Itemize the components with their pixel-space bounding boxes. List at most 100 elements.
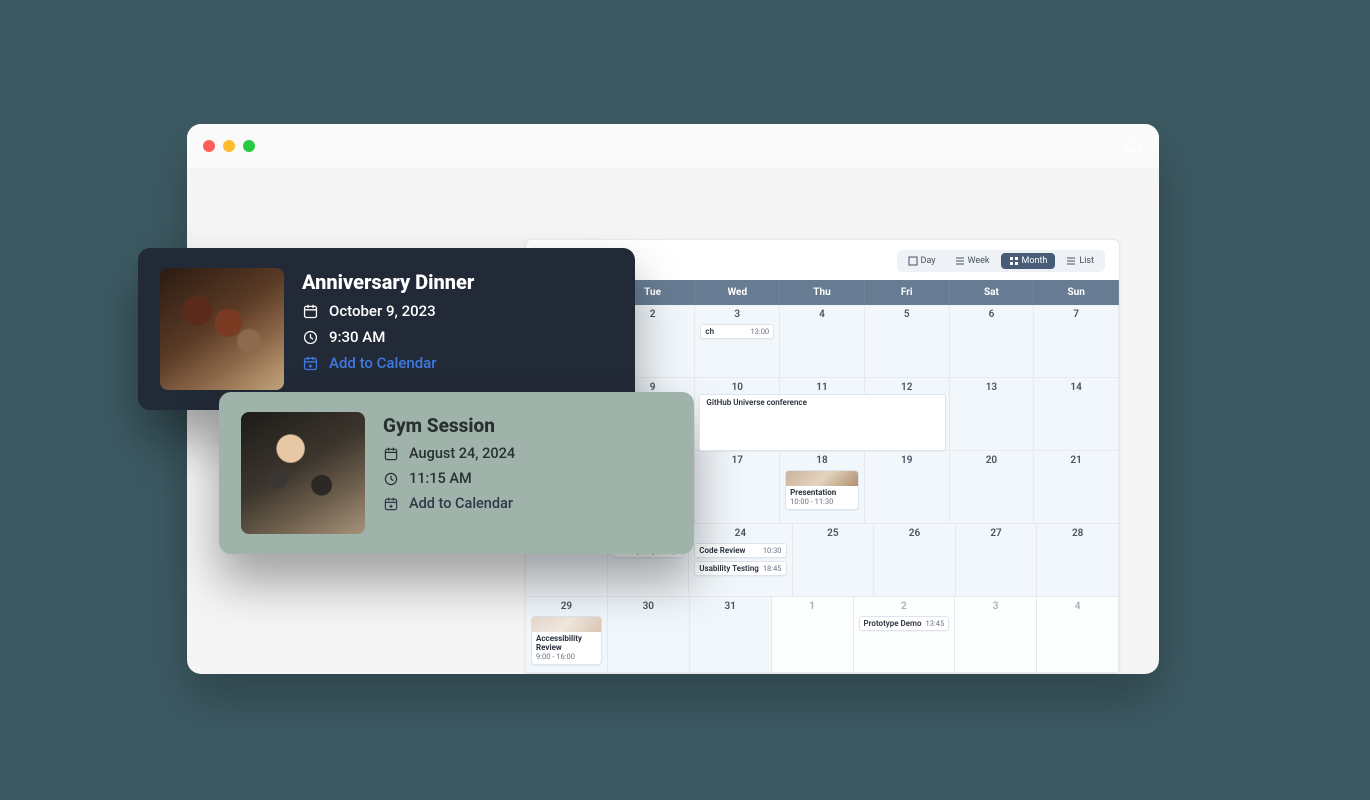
calendar-cell[interactable]: 5 bbox=[865, 305, 950, 378]
calendar-add-icon bbox=[383, 496, 399, 512]
calendar-event[interactable]: Code Review 10:30 bbox=[694, 543, 786, 558]
view-day-label: Day bbox=[921, 256, 936, 266]
calendar-event[interactable]: ch13:00 bbox=[700, 324, 774, 339]
calendar-cell[interactable]: 13 bbox=[950, 378, 1035, 451]
calendar-cell[interactable]: 17 bbox=[695, 451, 780, 524]
calendar-day-number: 19 bbox=[870, 455, 944, 470]
calendar-cell[interactable]: 4 bbox=[1037, 597, 1119, 673]
calendar-day-number: 21 bbox=[1039, 455, 1113, 470]
event-time: 11:15 AM bbox=[409, 470, 472, 487]
calendar-cell[interactable]: 3 bbox=[955, 597, 1037, 673]
event-thumbnail bbox=[532, 617, 601, 632]
calendar-day-number: 7 bbox=[1039, 309, 1113, 324]
calendar-cell[interactable]: 3ch13:00 bbox=[695, 305, 780, 378]
add-to-calendar-button[interactable]: Add to Calendar bbox=[302, 354, 474, 372]
calendar-cell[interactable]: 21 bbox=[1034, 451, 1119, 524]
calendar-day-number: 4 bbox=[785, 309, 859, 324]
calendar-dow: Sat bbox=[950, 280, 1035, 305]
calendar-event-title: Accessibility Review bbox=[536, 634, 597, 652]
add-to-calendar-button[interactable]: Add to Calendar bbox=[383, 495, 515, 512]
calendar-event-title: Usability Testing bbox=[699, 564, 759, 573]
calendar-event-title: Presentation bbox=[790, 488, 854, 497]
event-thumbnail bbox=[241, 412, 365, 534]
calendar-cell[interactable]: 31 bbox=[690, 597, 772, 673]
event-card-gym: Gym Session August 24, 2024 11:15 AM Add… bbox=[219, 392, 694, 554]
calendar-day-number: 28 bbox=[1042, 528, 1113, 543]
calendar-event[interactable]: Accessibility Review9:00 - 16:00 bbox=[531, 616, 602, 665]
calendar-event-time: 10:00 - 11:30 bbox=[790, 497, 833, 506]
calendar-event-time: 18:45 bbox=[763, 564, 782, 573]
calendar-event[interactable]: Prototype Demo 13:45 bbox=[859, 616, 950, 631]
titlebar bbox=[187, 124, 1159, 168]
event-time-row: 9:30 AM bbox=[302, 328, 474, 346]
calendar-cell[interactable]: 30 bbox=[608, 597, 690, 673]
calendar-cell[interactable]: 7 bbox=[1034, 305, 1119, 378]
clock-icon bbox=[383, 471, 399, 487]
calendar-view-switch: Day Week Month List bbox=[897, 250, 1105, 272]
calendar-event[interactable]: Presentation10:00 - 11:30 bbox=[785, 470, 859, 510]
clock-icon bbox=[302, 329, 319, 346]
calendar-cell[interactable]: 4 bbox=[780, 305, 865, 378]
calendar-icon bbox=[302, 303, 319, 320]
calendar-cell[interactable]: 26 bbox=[874, 524, 956, 597]
event-time-row: 11:15 AM bbox=[383, 470, 515, 487]
calendar-day-number: 3 bbox=[700, 309, 774, 324]
calendar-cell[interactable]: 29Accessibility Review9:00 - 16:00 bbox=[526, 597, 608, 673]
calendar-event-time: 13:45 bbox=[926, 619, 945, 628]
calendar-day-number: 31 bbox=[695, 601, 766, 616]
add-to-calendar-label: Add to Calendar bbox=[409, 495, 513, 512]
calendar-cell[interactable]: 24 Code Review 10:30 Usability Testing 18:45 bbox=[689, 524, 792, 597]
calendar-dow: Thu bbox=[780, 280, 865, 305]
calendar-cell[interactable]: 19 bbox=[865, 451, 950, 524]
calendar-event-time: 13:00 bbox=[750, 327, 769, 336]
calendar-event-time: 10:30 bbox=[763, 546, 782, 555]
calendar-cell[interactable]: 20 bbox=[950, 451, 1035, 524]
event-title: Gym Session bbox=[383, 414, 515, 437]
event-thumbnail bbox=[160, 268, 284, 390]
calendar-day-number: 17 bbox=[700, 455, 774, 470]
view-list[interactable]: List bbox=[1058, 253, 1102, 269]
calendar-event[interactable]: Usability Testing 18:45 bbox=[694, 561, 786, 576]
view-list-label: List bbox=[1079, 256, 1094, 266]
calendar-cell[interactable]: 6 bbox=[950, 305, 1035, 378]
calendar-dow: Sun bbox=[1034, 280, 1119, 305]
calendar-event-span[interactable]: GitHub Universe conference bbox=[699, 394, 945, 451]
calendar-event-time: 9:00 - 16:00 bbox=[536, 652, 575, 661]
cloud-icon bbox=[1121, 138, 1143, 154]
calendar-day-number: 5 bbox=[870, 309, 944, 324]
calendar-icon bbox=[383, 446, 399, 462]
event-title: Anniversary Dinner bbox=[302, 270, 474, 294]
calendar-day-number: 18 bbox=[785, 455, 859, 470]
window-minimize-button[interactable] bbox=[223, 140, 235, 152]
view-day[interactable]: Day bbox=[900, 253, 944, 269]
event-date-row: August 24, 2024 bbox=[383, 445, 515, 462]
calendar-add-icon bbox=[302, 355, 319, 372]
calendar-cell[interactable]: 25 bbox=[793, 524, 875, 597]
calendar-day-number: 24 bbox=[694, 528, 786, 543]
calendar-cell[interactable]: 27 bbox=[956, 524, 1038, 597]
calendar-day-number: 26 bbox=[879, 528, 950, 543]
view-month-label: Month bbox=[1022, 256, 1048, 266]
event-date: August 24, 2024 bbox=[409, 445, 515, 462]
event-card-anniversary: Anniversary Dinner October 9, 2023 9:30 … bbox=[138, 248, 635, 410]
calendar-event-title: Code Review bbox=[699, 546, 745, 555]
event-date-row: October 9, 2023 bbox=[302, 302, 474, 320]
calendar-cell[interactable]: 2Prototype Demo13:45 bbox=[854, 597, 956, 673]
calendar-day-number: 4 bbox=[1042, 601, 1113, 616]
calendar-cell[interactable]: 28 bbox=[1037, 524, 1119, 597]
view-month[interactable]: Month bbox=[1001, 253, 1056, 269]
calendar-day-number: 29 bbox=[531, 601, 602, 616]
calendar-day-number: 20 bbox=[955, 455, 1029, 470]
calendar-day-number: 6 bbox=[955, 309, 1029, 324]
window-zoom-button[interactable] bbox=[243, 140, 255, 152]
calendar-day-number: 13 bbox=[955, 382, 1029, 397]
view-week[interactable]: Week bbox=[947, 253, 998, 269]
calendar-cell[interactable]: 1 bbox=[772, 597, 854, 673]
window-close-button[interactable] bbox=[203, 140, 215, 152]
calendar-day-number: 30 bbox=[613, 601, 684, 616]
calendar-cell[interactable]: 18Presentation10:00 - 11:30 bbox=[780, 451, 865, 524]
calendar-cell[interactable]: 14 bbox=[1034, 378, 1119, 451]
calendar-event-title: Prototype Demo bbox=[864, 619, 922, 628]
calendar-day-number: 1 bbox=[777, 601, 848, 616]
view-week-label: Week bbox=[968, 256, 990, 266]
